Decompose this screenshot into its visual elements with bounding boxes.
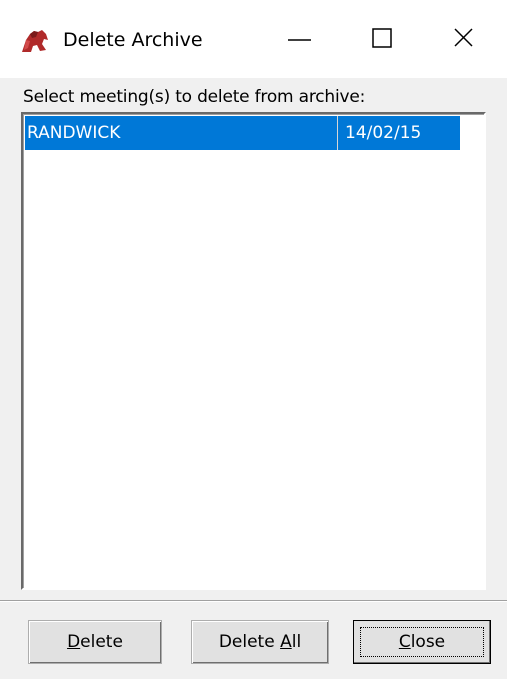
- meeting-name: RANDWICK: [27, 123, 121, 143]
- column-separator: [337, 116, 338, 150]
- delete-all-button-label: Delete All: [218, 632, 302, 652]
- minimize-icon: [288, 39, 311, 41]
- delete-button-label: Delete: [67, 632, 123, 652]
- maximize-button[interactable]: [352, 16, 412, 66]
- meeting-row-selected[interactable]: RANDWICK 14/02/15: [25, 116, 460, 150]
- close-window-button[interactable]: [433, 16, 493, 66]
- meetings-listbox[interactable]: RANDWICK 14/02/15: [21, 112, 486, 590]
- close-button-label: Close: [398, 632, 446, 652]
- maximize-icon: [372, 28, 392, 48]
- delete-archive-dialog: Delete Archive Select meeting(s) to dele…: [0, 0, 507, 679]
- close-icon: [454, 28, 473, 47]
- meeting-date: 14/02/15: [345, 123, 422, 143]
- title-bar[interactable]: Delete Archive: [0, 0, 507, 78]
- delete-all-button[interactable]: Delete All: [191, 620, 329, 664]
- footer-separator: [0, 600, 507, 602]
- delete-button[interactable]: Delete: [28, 620, 162, 664]
- minimize-button[interactable]: [270, 16, 330, 66]
- app-icon: [20, 28, 50, 54]
- close-button[interactable]: Close: [353, 620, 491, 664]
- prompt-label: Select meeting(s) to delete from archive…: [23, 87, 366, 107]
- window-title: Delete Archive: [63, 29, 203, 51]
